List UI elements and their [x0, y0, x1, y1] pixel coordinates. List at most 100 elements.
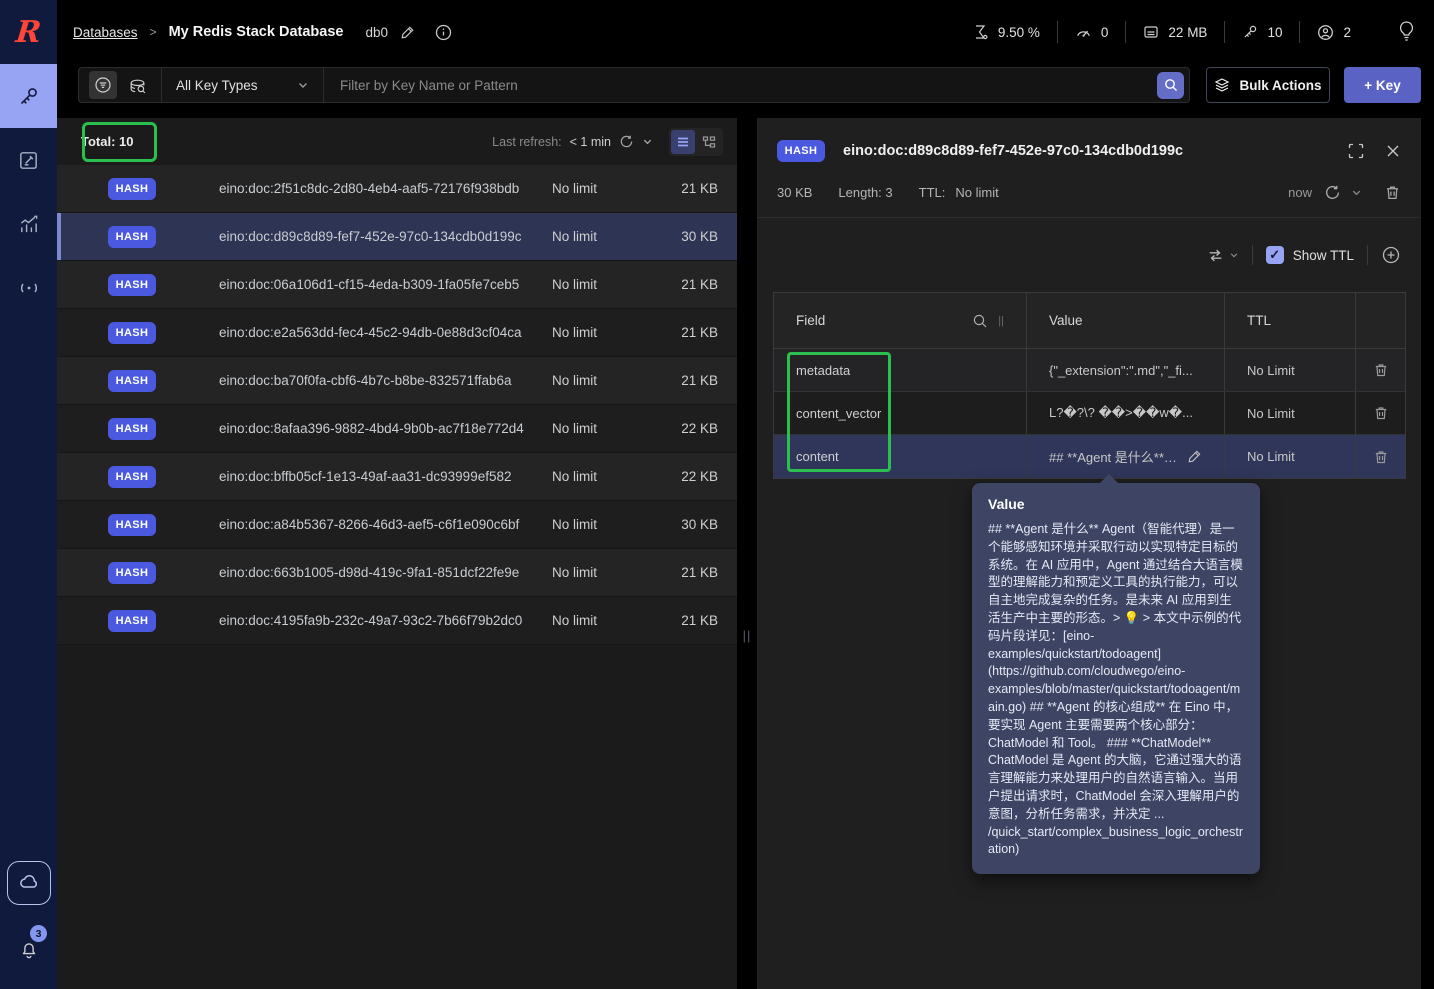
field-value-cell[interactable]: ## **Agent 是什么** A... — [1027, 435, 1225, 478]
key-ttl: No limit — [552, 613, 598, 628]
delete-field-icon[interactable] — [1373, 449, 1389, 465]
key-ttl: No limit — [552, 325, 598, 340]
delete-key-icon[interactable] — [1384, 184, 1401, 201]
key-name: eino:doc:8afaa396-9882-4bd4-9b0b-ac7f18e… — [219, 421, 524, 436]
value-header-label: Value — [1049, 313, 1083, 328]
db-info-icon[interactable] — [435, 24, 452, 41]
filter-bar: All Key Types — [78, 67, 1190, 103]
key-type-select[interactable]: All Key Types — [162, 68, 324, 102]
field-value-text: ## **Agent 是什么** A... — [1049, 450, 1177, 465]
sidebar-item-browser[interactable] — [0, 64, 57, 128]
key-list-row[interactable]: HASH eino:doc:4195fa9b-232c-49a7-93c2-7b… — [57, 597, 737, 645]
key-type-badge: HASH — [108, 321, 156, 344]
total-keys-icon — [1242, 24, 1258, 40]
refresh-key-icon[interactable] — [1324, 184, 1341, 201]
fields-table: Field || Value TTL metadata {"_extension… — [773, 292, 1406, 479]
key-name: eino:doc:2f51c8dc-2d80-4eb4-aaf5-72176f9… — [219, 181, 520, 196]
format-selector[interactable] — [1207, 247, 1239, 264]
show-ttl-toggle[interactable]: ✓ Show TTL — [1265, 246, 1354, 264]
panel-resizer[interactable]: || — [737, 118, 757, 989]
key-list-row[interactable]: HASH eino:doc:d89c8d89-fef7-452e-97c0-13… — [57, 213, 737, 261]
key-ttl: No limit — [552, 421, 598, 436]
search-icon — [1164, 78, 1178, 92]
field-column-header[interactable]: Field || — [774, 293, 1027, 348]
field-name-cell[interactable]: metadata — [774, 349, 1027, 391]
key-list-row[interactable]: HASH eino:doc:06a106d1-cf15-4eda-b309-1f… — [57, 261, 737, 309]
stat-memory-value: 22 MB — [1168, 24, 1208, 40]
delete-field-icon[interactable] — [1373, 405, 1389, 421]
key-ttl-value[interactable]: No limit — [955, 185, 998, 200]
key-type-badge: HASH — [108, 225, 156, 248]
field-row[interactable]: content_vector L?�?\? ��>��w�... No Limi… — [774, 392, 1405, 435]
apply-filter-button[interactable] — [1157, 71, 1184, 99]
sidebar-item-pubsub[interactable] — [0, 256, 57, 320]
auto-refresh-chevron-icon[interactable] — [642, 136, 653, 147]
key-list-row[interactable]: HASH eino:doc:ba70f0fa-cbf6-4b7c-b8be-83… — [57, 357, 737, 405]
sidebar-item-analytics[interactable] — [0, 192, 57, 256]
field-ttl-cell[interactable]: No Limit — [1225, 435, 1356, 478]
close-icon[interactable] — [1385, 143, 1401, 159]
search-index-button[interactable] — [123, 71, 151, 99]
refresh-icon[interactable] — [619, 134, 634, 149]
field-search-icon[interactable] — [972, 313, 988, 329]
redis-logo[interactable]: R — [0, 0, 57, 64]
resize-handle-icon[interactable]: || — [743, 628, 752, 643]
edit-value-icon[interactable] — [1187, 449, 1202, 464]
last-refresh-now: now — [1288, 185, 1312, 200]
field-ttl-cell[interactable]: No Limit — [1225, 392, 1356, 434]
field-value-cell[interactable]: L?�?\? ��>��w�... — [1027, 392, 1225, 434]
fullscreen-icon[interactable] — [1347, 142, 1365, 160]
field-value-cell[interactable]: {"_extension":".md","_fi... — [1027, 349, 1225, 391]
fields-table-header: Field || Value TTL — [774, 293, 1405, 349]
key-size: 21 KB — [681, 373, 718, 388]
key-type-badge: HASH — [108, 417, 156, 440]
key-detail-header: HASH eino:doc:d89c8d89-fef7-452e-97c0-13… — [757, 118, 1421, 162]
insights-lightbulb-icon[interactable] — [1397, 20, 1416, 42]
delete-field-icon[interactable] — [1373, 362, 1389, 378]
key-ttl: No limit — [552, 373, 598, 388]
list-view-button[interactable] — [671, 129, 695, 154]
scan-filter-button[interactable] — [89, 71, 117, 99]
sidebar-item-workbench[interactable] — [0, 128, 57, 192]
database-title: My Redis Stack Database — [168, 24, 344, 40]
notifications-button[interactable]: 3 — [0, 925, 57, 971]
field-name-cell[interactable]: content — [774, 435, 1027, 478]
pubsub-icon — [17, 276, 41, 300]
column-resize-handle[interactable]: || — [998, 315, 1004, 327]
auto-refresh-chevron-icon[interactable] — [1351, 187, 1362, 198]
key-list-row[interactable]: HASH eino:doc:e2a563dd-fec4-45c2-94db-0e… — [57, 309, 737, 357]
key-filter-input[interactable] — [324, 68, 1157, 102]
bulk-actions-label: Bulk Actions — [1239, 77, 1322, 93]
key-size-value: 30 KB — [777, 185, 813, 200]
key-list-row[interactable]: HASH eino:doc:bffb05cf-1e13-49af-aa31-dc… — [57, 453, 737, 501]
key-list-row[interactable]: HASH eino:doc:663b1005-d98d-419c-9fa1-85… — [57, 549, 737, 597]
add-field-icon[interactable] — [1381, 245, 1401, 265]
field-name-cell[interactable]: content_vector — [774, 392, 1027, 434]
key-list-row[interactable]: HASH eino:doc:2f51c8dc-2d80-4eb4-aaf5-72… — [57, 165, 737, 213]
ttl-column-header[interactable]: TTL — [1225, 293, 1356, 348]
detail-key-name[interactable]: eino:doc:d89c8d89-fef7-452e-97c0-134cdb0… — [843, 143, 1183, 159]
field-ttl-cell[interactable]: No Limit — [1225, 349, 1356, 391]
edit-alias-icon[interactable] — [400, 25, 415, 40]
key-list-row[interactable]: HASH eino:doc:8afaa396-9882-4bd4-9b0b-ac… — [57, 405, 737, 453]
key-size: 21 KB — [681, 325, 718, 340]
key-size: 22 KB — [681, 421, 718, 436]
show-ttl-checkbox[interactable]: ✓ — [1265, 246, 1284, 264]
breadcrumb-databases-link[interactable]: Databases — [73, 25, 138, 40]
value-column-header[interactable]: Value — [1027, 293, 1225, 348]
tree-view-button[interactable] — [697, 130, 721, 154]
key-list-row[interactable]: HASH eino:doc:a84b5367-8266-46d3-aef5-c6… — [57, 501, 737, 549]
total-keys-label: Total: 10 — [81, 134, 134, 149]
key-ttl: No limit — [552, 469, 598, 484]
field-row[interactable]: content ## **Agent 是什么** A... No Limit — [774, 435, 1405, 478]
key-type-badge: HASH — [108, 561, 156, 584]
view-toggle — [669, 127, 723, 156]
bulk-actions-button[interactable]: Bulk Actions — [1206, 67, 1330, 103]
filter-mode-group — [79, 68, 162, 102]
workbench-icon — [17, 149, 40, 172]
cloud-button[interactable] — [6, 861, 51, 905]
field-row[interactable]: metadata {"_extension":".md","_fi... No … — [774, 349, 1405, 392]
add-key-button[interactable]: + Key — [1344, 67, 1421, 103]
field-actions-cell — [1356, 392, 1405, 434]
key-type-badge: HASH — [108, 513, 156, 536]
